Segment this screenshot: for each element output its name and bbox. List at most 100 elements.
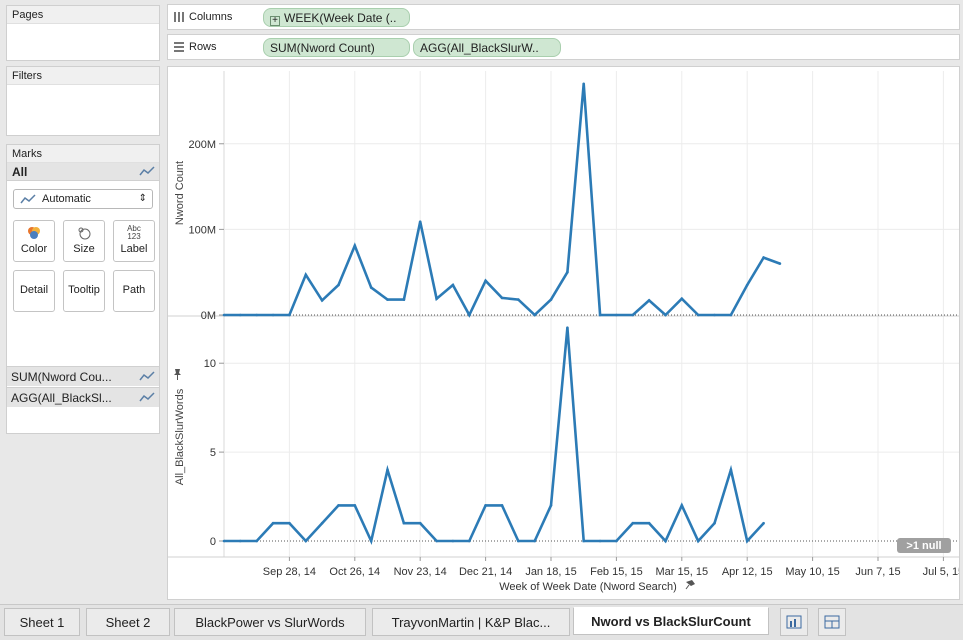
data-point[interactable]: [598, 313, 602, 317]
data-point[interactable]: [549, 504, 553, 507]
data-point[interactable]: [517, 298, 520, 301]
tab-trayvonmartin[interactable]: TrayvonMartin | K&P Blac...: [372, 608, 570, 636]
data-point[interactable]: [517, 539, 520, 543]
data-point[interactable]: [304, 273, 308, 277]
data-point[interactable]: [435, 539, 438, 543]
marks-field-slur[interactable]: AGG(All_BlackSl...: [7, 387, 159, 407]
data-point[interactable]: [304, 539, 308, 543]
pin-icon[interactable]: [174, 369, 181, 380]
data-point[interactable]: [549, 298, 553, 301]
data-point[interactable]: [664, 313, 667, 317]
data-point[interactable]: [647, 299, 651, 302]
rows-pill-nword[interactable]: SUM(Nword Count): [263, 38, 410, 57]
data-point[interactable]: [239, 313, 242, 317]
data-point[interactable]: [418, 521, 422, 525]
tab-nword-vs-blackslurcount[interactable]: Nword vs BlackSlurCount: [573, 607, 769, 635]
size-button[interactable]: Size: [63, 220, 105, 262]
data-point[interactable]: [713, 521, 716, 525]
data-point[interactable]: [468, 539, 471, 543]
data-point[interactable]: [271, 521, 275, 525]
chart-view[interactable]: 0M 100M 200M Nword Count 0 5 10 All_BlackSlurWo…: [167, 66, 963, 600]
data-point[interactable]: [598, 539, 602, 543]
rows-pill-slur[interactable]: AGG(All_BlackSlurW..: [413, 38, 561, 57]
data-point[interactable]: [696, 539, 700, 543]
data-point[interactable]: [762, 521, 765, 525]
data-point[interactable]: [386, 468, 389, 472]
data-point[interactable]: [484, 504, 487, 507]
marks-all-tab[interactable]: All: [7, 163, 159, 181]
data-point[interactable]: [729, 468, 733, 472]
data-point[interactable]: [369, 286, 373, 289]
data-point[interactable]: [566, 326, 569, 330]
data-point[interactable]: [435, 297, 438, 300]
data-point[interactable]: [239, 539, 242, 543]
color-button[interactable]: Color: [13, 220, 55, 262]
tooltip-button[interactable]: Tooltip: [63, 270, 105, 312]
new-worksheet-button[interactable]: [780, 608, 808, 636]
data-point[interactable]: [745, 539, 749, 543]
filters-shelf[interactable]: Filters: [6, 66, 160, 136]
data-point[interactable]: [468, 313, 471, 317]
data-point[interactable]: [484, 279, 487, 283]
data-point[interactable]: [631, 313, 635, 317]
data-point[interactable]: [566, 270, 569, 274]
columns-shelf[interactable]: Columns + WEEK(Week Date (..: [167, 4, 960, 30]
data-point[interactable]: [288, 313, 291, 317]
mark-type-dropdown[interactable]: Automatic ⇕: [13, 189, 153, 209]
data-point[interactable]: [680, 297, 684, 300]
series-line[interactable]: [224, 83, 781, 318]
data-point[interactable]: [680, 504, 684, 507]
data-point[interactable]: [533, 539, 536, 543]
data-point[interactable]: [500, 296, 504, 300]
data-point[interactable]: [222, 313, 226, 317]
data-point[interactable]: [762, 256, 765, 259]
data-point[interactable]: [745, 283, 749, 287]
data-point[interactable]: [647, 521, 651, 525]
data-point[interactable]: [222, 539, 226, 543]
data-point[interactable]: [713, 313, 716, 317]
data-point[interactable]: [337, 283, 340, 287]
data-point[interactable]: [582, 539, 585, 543]
tab-blackpower-vs-slurwords[interactable]: BlackPower vs SlurWords: [174, 608, 366, 636]
data-point[interactable]: [778, 262, 782, 265]
data-point[interactable]: [615, 539, 618, 543]
columns-pill-week[interactable]: + WEEK(Week Date (..: [263, 8, 410, 27]
data-point[interactable]: [353, 504, 357, 507]
data-point[interactable]: [582, 82, 585, 86]
data-point[interactable]: [402, 521, 406, 525]
data-point[interactable]: [320, 299, 324, 302]
tab-sheet-1[interactable]: Sheet 1: [4, 608, 80, 636]
data-point[interactable]: [320, 521, 324, 525]
data-point[interactable]: [664, 539, 667, 543]
data-point[interactable]: [255, 313, 258, 317]
new-dashboard-button[interactable]: [818, 608, 846, 636]
expand-plus-icon[interactable]: +: [270, 16, 280, 26]
pages-shelf[interactable]: Pages: [6, 5, 160, 61]
detail-button[interactable]: Detail: [13, 270, 55, 312]
pin-icon[interactable]: [685, 580, 695, 590]
data-point[interactable]: [418, 220, 422, 223]
data-point[interactable]: [615, 313, 618, 317]
data-point[interactable]: [696, 313, 700, 317]
data-point[interactable]: [255, 539, 258, 543]
data-point[interactable]: [353, 244, 357, 247]
marks-field-nword[interactable]: SUM(Nword Cou...: [7, 366, 159, 386]
data-point[interactable]: [402, 298, 406, 301]
null-indicator-badge[interactable]: >1 null: [897, 538, 951, 553]
data-point[interactable]: [386, 298, 389, 301]
data-point[interactable]: [288, 521, 291, 525]
data-point[interactable]: [500, 504, 504, 507]
label-button[interactable]: Abc 123 Label: [113, 220, 155, 262]
path-button[interactable]: Path: [113, 270, 155, 312]
data-point[interactable]: [337, 504, 340, 507]
data-point[interactable]: [533, 313, 536, 317]
data-point[interactable]: [729, 313, 733, 317]
data-point[interactable]: [631, 521, 635, 525]
tab-sheet-2[interactable]: Sheet 2: [86, 608, 170, 636]
rows-shelf[interactable]: Rows SUM(Nword Count) AGG(All_BlackSlurW…: [167, 34, 960, 60]
data-point[interactable]: [451, 283, 455, 287]
series-line[interactable]: [224, 327, 765, 546]
data-point[interactable]: [369, 539, 373, 543]
data-point[interactable]: [271, 313, 275, 317]
data-point[interactable]: [451, 539, 455, 543]
